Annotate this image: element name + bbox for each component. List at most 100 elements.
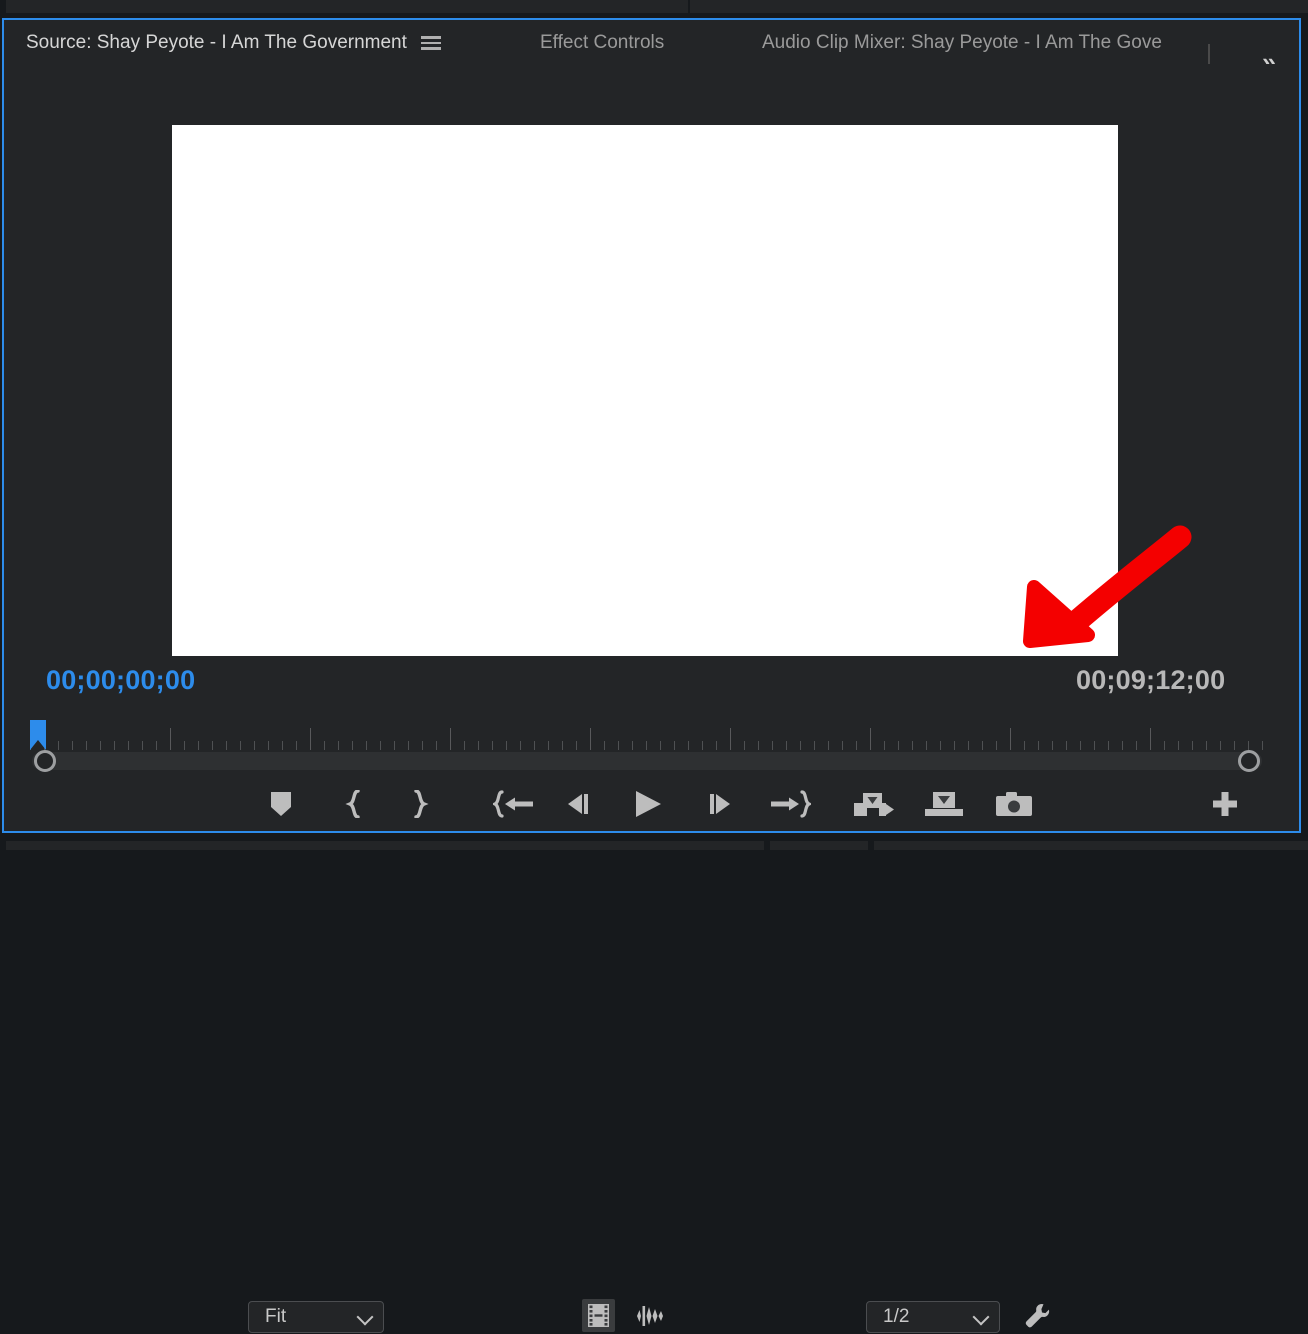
ruler-tick-minor — [1094, 741, 1095, 750]
mark-out-button[interactable] — [398, 784, 440, 824]
ruler-tick-minor — [198, 741, 199, 750]
ruler-tick-minor — [1206, 741, 1207, 750]
ruler-tick-minor — [408, 741, 409, 750]
ruler-tick-minor — [562, 741, 563, 750]
ruler-tick-minor — [492, 741, 493, 750]
ruler-tick-major — [590, 728, 591, 750]
ruler-tick-minor — [86, 741, 87, 750]
neighbor-panel-bottom-3 — [874, 841, 1308, 850]
video-display-area[interactable] — [4, 64, 1299, 656]
monitor-info-bar: 00;00;00;00 Fit 1/2 00;09;12;00 — [4, 656, 1299, 1333]
scrubber-area[interactable] — [4, 708, 1299, 772]
ruler-tick-minor — [254, 741, 255, 750]
ruler-tick-minor — [464, 741, 465, 750]
ruler-tick-minor — [576, 741, 577, 750]
ruler-tick-minor — [548, 741, 549, 750]
zoom-handle-right[interactable] — [1238, 750, 1260, 772]
transport-button-row — [4, 776, 1299, 831]
mark-in-button[interactable] — [334, 784, 376, 824]
ruler-tick-minor — [982, 741, 983, 750]
play-button[interactable] — [624, 784, 672, 824]
ruler-tick-minor — [268, 741, 269, 750]
ruler-tick-minor — [338, 741, 339, 750]
ruler-tick-minor — [1038, 741, 1039, 750]
ruler-tick-minor — [1122, 741, 1123, 750]
time-ruler[interactable] — [30, 722, 1263, 750]
ruler-tick-minor — [142, 741, 143, 750]
ruler-tick-minor — [996, 741, 997, 750]
export-frame-camera-icon[interactable] — [992, 784, 1036, 824]
tab-audio-clip-mixer[interactable]: Audio Clip Mixer: Shay Peyote - I Am The… — [762, 26, 1162, 60]
bottom-neighbor-panels — [0, 834, 1308, 850]
drag-audio-only-waveform-icon[interactable] — [632, 1299, 668, 1332]
ruler-tick-minor — [1262, 741, 1263, 750]
ruler-tick-major — [170, 728, 171, 750]
button-editor-plus-icon[interactable] — [1204, 784, 1246, 824]
ruler-tick-minor — [1164, 741, 1165, 750]
ruler-tick-minor — [324, 741, 325, 750]
ruler-tick-minor — [954, 741, 955, 750]
ruler-tick-minor — [702, 741, 703, 750]
neighbor-panel-top-left — [6, 0, 688, 13]
ruler-tick-minor — [884, 741, 885, 750]
ruler-tick-minor — [604, 741, 605, 750]
ruler-tick-minor — [758, 741, 759, 750]
settings-wrench-icon[interactable] — [1018, 1298, 1058, 1334]
ruler-tick-minor — [660, 741, 661, 750]
ruler-tick-minor — [744, 741, 745, 750]
ruler-tick-minor — [226, 741, 227, 750]
go-to-in-button[interactable] — [488, 784, 540, 824]
right-gutter — [1302, 18, 1308, 834]
tab-source-monitor[interactable]: Source: Shay Peyote - I Am The Governmen… — [26, 26, 441, 60]
drag-video-only-filmstrip-icon[interactable] — [582, 1299, 615, 1332]
ruler-tick-minor — [478, 741, 479, 750]
ruler-tick-minor — [828, 741, 829, 750]
ruler-tick-minor — [184, 741, 185, 750]
playback-resolution-dropdown[interactable]: 1/2 — [866, 1301, 1000, 1333]
overwrite-button[interactable] — [922, 784, 966, 824]
insert-button[interactable] — [849, 784, 899, 824]
duration-timecode[interactable]: 00;09;12;00 — [1076, 665, 1225, 696]
ruler-tick-minor — [156, 741, 157, 750]
ruler-tick-minor — [436, 741, 437, 750]
ruler-tick-minor — [380, 741, 381, 750]
ruler-tick-major — [870, 728, 871, 750]
ruler-tick-minor — [534, 741, 535, 750]
ruler-tick-minor — [240, 741, 241, 750]
tab-source-monitor-label: Source: Shay Peyote - I Am The Governmen… — [26, 32, 407, 53]
current-timecode[interactable]: 00;00;00;00 — [46, 665, 195, 696]
step-forward-button[interactable] — [698, 784, 740, 824]
source-monitor-panel[interactable]: Source: Shay Peyote - I Am The Governmen… — [2, 18, 1301, 1333]
ruler-tick-minor — [1192, 741, 1193, 750]
ruler-tick-minor — [912, 741, 913, 750]
neighbor-panel-bottom-1 — [6, 841, 764, 850]
go-to-out-button[interactable] — [764, 784, 816, 824]
ruler-tick-minor — [1024, 741, 1025, 750]
step-back-button[interactable] — [558, 784, 600, 824]
ruler-tick-minor — [212, 741, 213, 750]
zoom-scroll-track[interactable] — [32, 752, 1262, 770]
ruler-tick-minor — [520, 741, 521, 750]
ruler-tick-minor — [1234, 741, 1235, 750]
playhead[interactable] — [30, 720, 46, 750]
ruler-tick-minor — [814, 741, 815, 750]
ruler-tick-minor — [926, 741, 927, 750]
video-frame[interactable] — [172, 125, 1118, 656]
ruler-tick-minor — [506, 741, 507, 750]
ruler-tick-minor — [1136, 741, 1137, 750]
add-marker-button[interactable] — [260, 784, 302, 824]
zoom-handle-left[interactable] — [34, 750, 56, 772]
ruler-tick-minor — [128, 741, 129, 750]
ruler-tick-major — [310, 728, 311, 750]
ruler-tick-minor — [366, 741, 367, 750]
tab-effect-controls[interactable]: Effect Controls — [540, 26, 664, 60]
ruler-tick-minor — [968, 741, 969, 750]
chevron-down-icon — [973, 1309, 989, 1325]
ruler-tick-minor — [282, 741, 283, 750]
ruler-tick-major — [1010, 728, 1011, 750]
ruler-tick-minor — [100, 741, 101, 750]
ruler-tick-minor — [674, 741, 675, 750]
zoom-level-dropdown[interactable]: Fit — [248, 1301, 384, 1333]
hamburger-menu-icon[interactable] — [420, 36, 441, 50]
ruler-tick-minor — [58, 741, 59, 750]
